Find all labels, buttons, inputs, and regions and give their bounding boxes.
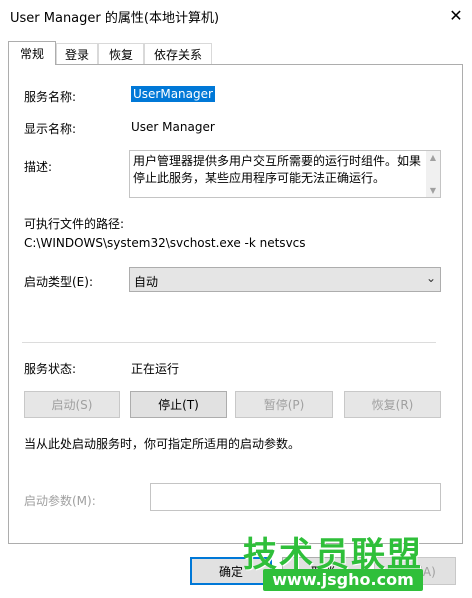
startup-type-dropdown[interactable]: 自动 ⌄ [129, 267, 441, 292]
divider [22, 342, 436, 343]
apply-button[interactable]: 应用(A) [374, 557, 456, 585]
tab-general[interactable]: 常规 [8, 41, 56, 65]
chevron-down-icon: ⌄ [425, 271, 436, 285]
tab-recovery[interactable]: 恢复 [98, 43, 144, 64]
cancel-button[interactable]: 取消 [282, 557, 364, 585]
tab-logon[interactable]: 登录 [56, 43, 98, 64]
stop-button[interactable]: 停止(T) [130, 391, 227, 418]
display-name-label: 显示名称: [24, 122, 77, 136]
pause-button[interactable]: 暂停(P) [235, 391, 333, 418]
service-name-label: 服务名称: [24, 90, 77, 104]
service-status-value: 正在运行 [131, 362, 180, 376]
window-title: User Manager 的属性(本地计算机) [10, 11, 220, 26]
service-name-value[interactable]: UserManager [131, 86, 215, 102]
startup-type-label: 启动类型(E): [24, 275, 93, 289]
startup-type-value: 自动 [134, 275, 159, 289]
tab-dependencies[interactable]: 依存关系 [144, 43, 212, 64]
description-scrollbar[interactable]: ▲ ▼ [426, 151, 440, 197]
close-icon[interactable]: ✕ [440, 0, 472, 30]
start-button[interactable]: 启动(S) [24, 391, 120, 418]
service-status-label: 服务状态: [24, 362, 77, 376]
resume-button[interactable]: 恢复(R) [344, 391, 441, 418]
exec-path-label: 可执行文件的路径: [24, 217, 125, 231]
general-panel: 服务名称: UserManager 显示名称: User Manager 描述:… [8, 64, 463, 544]
description-box[interactable]: 用户管理器提供多用户交互所需要的运行时组件。如果停止此服务，某些应用程序可能无法… [129, 150, 441, 198]
exec-path-value: C:\WINDOWS\system32\svchost.exe -k netsv… [24, 236, 306, 250]
description-text: 用户管理器提供多用户交互所需要的运行时组件。如果停止此服务，某些应用程序可能无法… [133, 154, 422, 185]
start-params-label: 启动参数(M): [24, 494, 96, 508]
display-name-value[interactable]: User Manager [131, 120, 215, 134]
description-label: 描述: [24, 160, 53, 174]
start-params-input[interactable] [150, 483, 441, 511]
ok-button[interactable]: 确定 [190, 557, 272, 585]
scroll-down-icon[interactable]: ▼ [426, 186, 440, 195]
scroll-up-icon[interactable]: ▲ [426, 153, 440, 162]
start-hint-text: 当从此处启动服务时，你可指定所适用的启动参数。 [24, 437, 301, 451]
